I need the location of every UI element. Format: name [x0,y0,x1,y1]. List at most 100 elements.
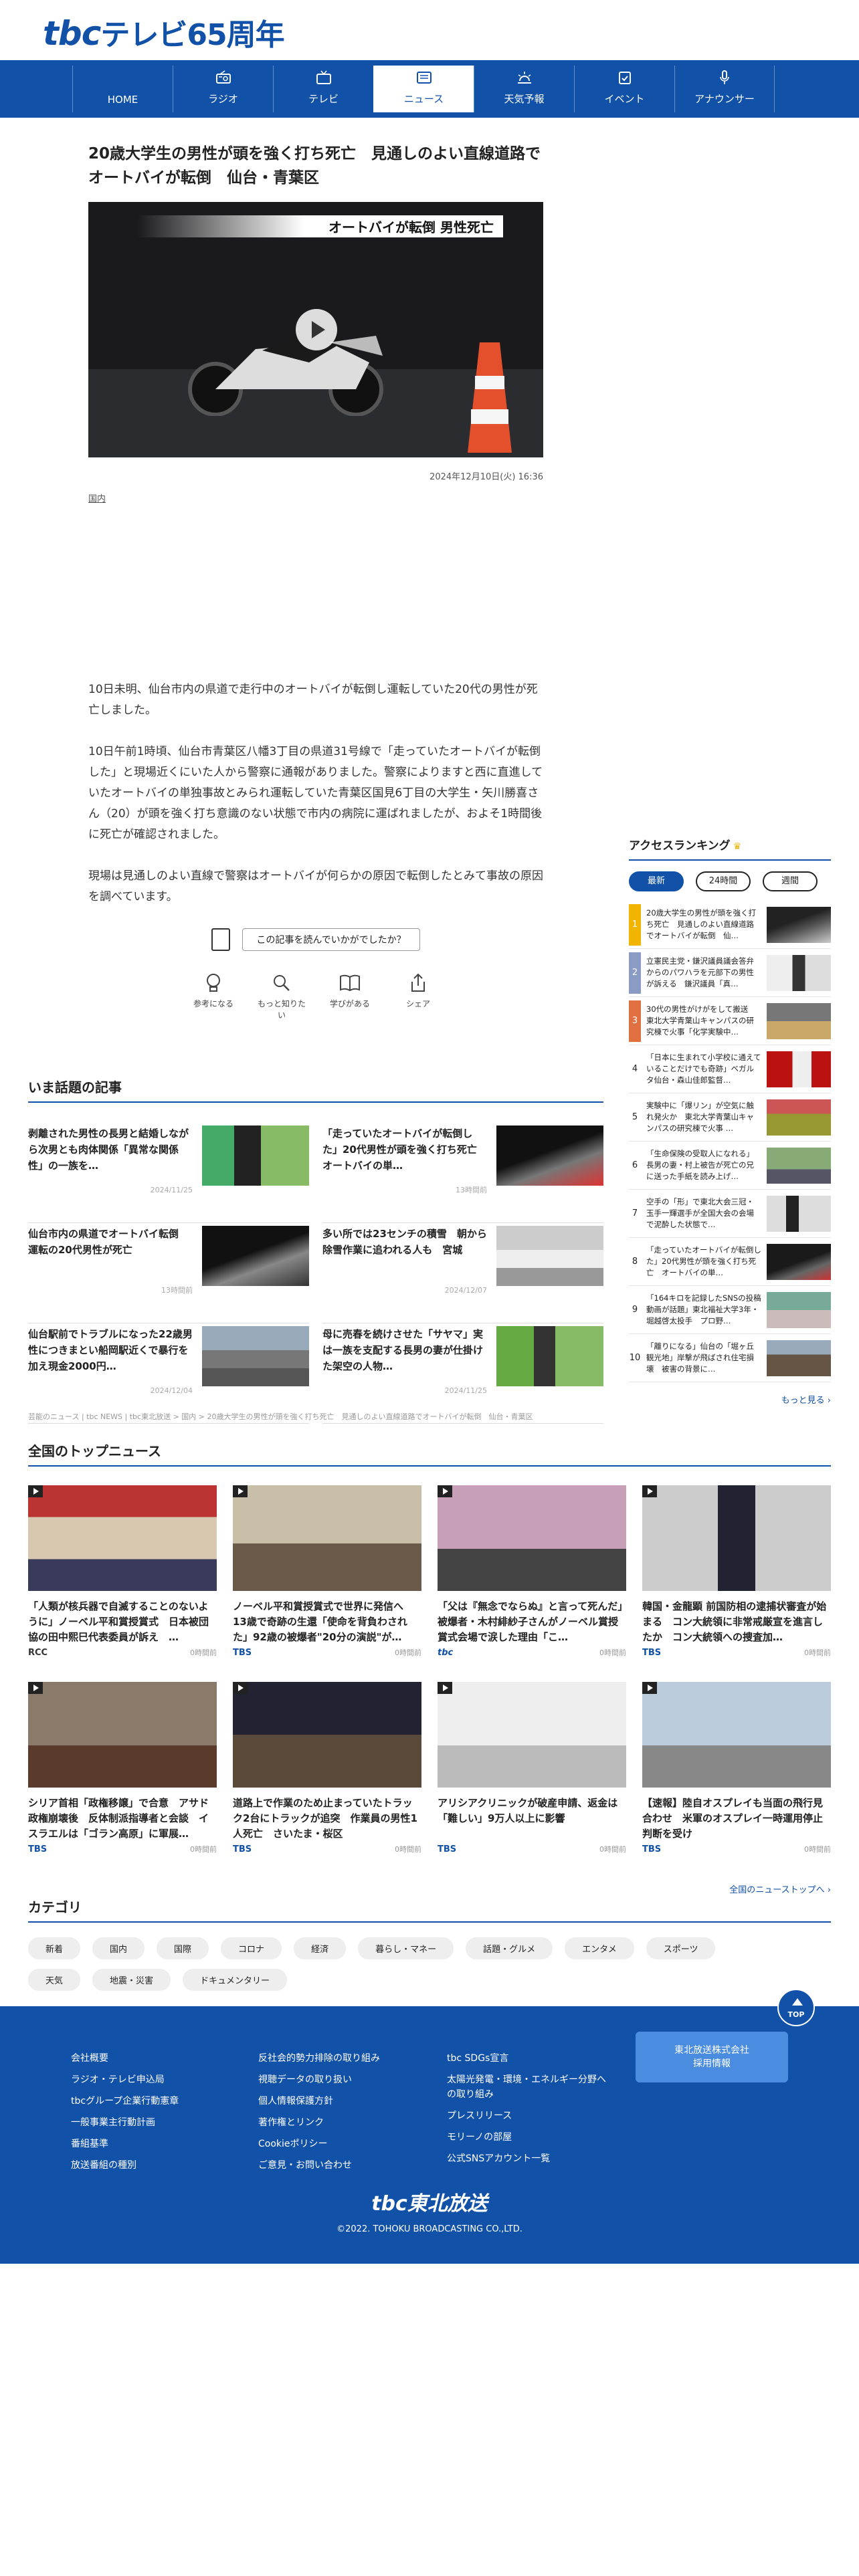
trending-item[interactable]: 仙台駅前でトラブルになった22歳男性につきまとい船岡駅近くで暴行を加え現金200… [28,1323,309,1424]
category-chip[interactable]: ドキュメンタリー [183,1969,288,1991]
nav-weather[interactable]: 天気予報 [474,66,574,112]
trending-item-title: 「走っていたオートバイが転倒した」20代男性が頭を強く打ち死亡 オートバイの単… [322,1128,487,1172]
trending-item-title: 仙台駅前でトラブルになった22歳男性につきまとい船岡駅近くで暴行を加え現金200… [28,1328,193,1372]
video-icon [233,1682,248,1694]
nav-radio[interactable]: ラジオ [173,66,273,112]
logo-bar: tbcテレビ65周年 [0,0,859,60]
top-news-more-link[interactable]: 全国のニューストップへ › [28,1883,831,1895]
ranking-item[interactable]: 4 「日本に生まれて小学校に通えていることだけでも奇跡」ベガルタ仙台・森山佳郎監督… [629,1045,831,1093]
ranking-item[interactable]: 8 「走っていたオートバイが転倒した」20代男性が頭を強く打ち死亡 オートバイの単… [629,1238,831,1286]
rank-number: 2 [629,952,641,994]
news-thumbnail [28,1485,217,1591]
rank-number: 4 [632,1064,638,1074]
footer-logo[interactable]: tbc東北放送 [0,2187,859,2216]
national-top-news: 全国のトップニュース 「人類が核兵器で自滅することのないように」ノーベル平和賞授… [28,1440,831,1895]
category-chip[interactable]: 地震・災害 [92,1969,171,1991]
category-chip[interactable]: コロナ [221,1937,282,1959]
category-chip[interactable]: 経済 [294,1937,347,1959]
footer-link[interactable]: モリーノの部屋 [447,2127,607,2148]
ranking-item[interactable]: 6 「生命保険の受取人になれる」長男の妻・村上被告が死亡の兄に送った手紙を読み上げ… [629,1142,831,1190]
video-icon [438,1485,452,1497]
ranking-thumbnail [767,1099,831,1136]
trending-item[interactable]: 仙台市内の県道でオートバイ転倒 運転の20代男性が死亡 13時間前 [28,1223,309,1323]
reaction-more-button[interactable]: もっと知りたい [257,972,306,1021]
categories-title: カテゴリ [28,1897,831,1923]
ranking-item[interactable]: 3 30代の男性がけがをして搬送 東北大学青葉山キャンパスの研究棟で火事「化学実験… [629,997,831,1045]
footer-link[interactable]: 放送番組の種別 [71,2155,179,2176]
footer-column: tbc SDGs宣言 太陽光発電・環境・エネルギー分野への取り組み プレスリリー… [447,2048,607,2169]
news-time: 0時間前 [395,1845,421,1854]
nav-home[interactable]: HOME [72,66,173,112]
footer-link[interactable]: プレスリリース [447,2105,607,2127]
news-card[interactable]: 「人類が核兵器で自滅することのないように」ノーベル平和賞授賞式 日本被団協の田中… [28,1485,217,1682]
nav-tv[interactable]: テレビ [273,66,373,112]
news-card[interactable]: シリア首相「政権移譲」で合意 アサド政権崩壊後 反体制派指導者と会談 イスラエル… [28,1682,217,1879]
video-caption: オートバイが転倒 男性死亡 [137,215,503,237]
nav-label: ラジオ [208,93,238,105]
category-chip[interactable]: 天気 [28,1969,81,1991]
ranking-thumbnail [767,906,831,943]
reaction-learn-button[interactable]: 学びがある [325,972,375,1021]
footer-link[interactable]: 著作権とリンク [258,2112,380,2133]
nav-event[interactable]: イベント [574,66,674,112]
footer-link[interactable]: 会社概要 [71,2048,179,2069]
share-button[interactable]: シェア [393,972,443,1021]
news-time: 0時間前 [190,1648,217,1657]
category-chip[interactable]: 国際 [157,1937,209,1959]
ranking-item[interactable]: 7 空手の「形」で東北大会三冠・玉手一輝選手が全国大会の会場で泥酔した状態で… [629,1190,831,1238]
site-logo[interactable]: tbcテレビ65周年 [43,11,285,53]
ranking-item[interactable]: 10 「離りになる」仙台の「堀ヶ丘観光地」岸撃が飛ばされ住宅損壊 被害の背景に… [629,1334,831,1382]
news-card[interactable]: 韓国・金龍顕 前国防相の逮捕状審査が始まる コン大統領に非常戒厳宣を進言したか … [642,1485,831,1682]
category-chip[interactable]: 話題・グルメ [466,1937,553,1959]
ranking-tab-weekly[interactable]: 週間 [763,871,818,891]
ranking-tab-24h[interactable]: 24時間 [696,871,751,891]
ranking-item[interactable]: 2 立憲民主党・鎌沢議員議会答弁からのパワハラを元部下の男性が訴える 鎌沢議員「真… [629,949,831,997]
category-chip[interactable]: 暮らし・マネー [358,1937,454,1959]
ranking-more-link[interactable]: もっと見る › [629,1393,831,1406]
ranking-item[interactable]: 5 実験中に「爆リン」が空気に触れ発火か 東北大学青葉山キャンパスの研究棟で火事 … [629,1093,831,1142]
event-icon [618,72,631,84]
news-card[interactable]: 「父は『無念でならぬ』と言って死んだ」被爆者・木村緋紗子さんがノーベル賞授賞式会… [438,1485,626,1682]
category-chip[interactable]: エンタメ [565,1937,634,1959]
back-to-top-button[interactable]: TOP [777,1989,815,2026]
footer-link[interactable]: tbc SDGs宣言 [447,2048,607,2069]
nav-news[interactable]: ニュース [373,66,474,112]
ranking-item-title: 30代の男性がけがをして搬送 東北大学青葉山キャンパスの研究棟で火事「化学実験中… [646,1004,756,1037]
category-chip[interactable]: 国内 [92,1937,145,1959]
article-date: 2024年12月10日(火) 16:36 [430,472,543,482]
footer-link[interactable]: 番組基準 [71,2133,179,2155]
news-card[interactable]: ノーベル平和賞授賞式で世界に発信へ 13歳で奇跡の生還「使命を背負わされた」92… [233,1485,421,1682]
reaction-helpful-button[interactable]: 参考になる [189,972,238,1021]
footer-link[interactable]: 公式SNSアカウント一覧 [447,2148,607,2169]
news-card-title: 「父は『無念でならぬ』と言って死んだ」被爆者・木村緋紗子さんがノーベル賞授賞式会… [438,1600,623,1643]
news-card[interactable]: 道路上で作業のため止まっていたトラック2台にトラックが追突 作業員の男性1人死亡… [233,1682,421,1879]
footer-link[interactable]: 一般事業主行動計画 [71,2112,179,2133]
category-chip[interactable]: スポーツ [646,1937,716,1959]
footer-link[interactable]: 個人情報保護方針 [258,2090,380,2112]
footer-link[interactable]: 太陽光発電・環境・エネルギー分野への取り組み [447,2069,607,2105]
article-tag[interactable]: 国内 [88,492,106,504]
reaction-label: もっと知りたい [257,999,306,1020]
footer-link[interactable]: ラジオ・テレビ申込局 [71,2069,179,2090]
footer-link[interactable]: Cookieポリシー [258,2133,380,2155]
footer-link[interactable]: 視聴データの取り扱い [258,2069,380,2090]
recruit-button[interactable]: 東北放送株式会社 採用情報 [636,2032,788,2082]
footer-link[interactable]: 反社会的勢力排除の取り組み [258,2048,380,2069]
article-video[interactable]: オートバイが転倒 男性死亡 [88,202,543,457]
trending-item[interactable]: 母に売春を続けさせた「サヤマ」実は一族を支配する長男の妻が仕掛けた架空の人物… 2… [322,1323,603,1424]
nav-announcer[interactable]: アナウンサー [674,66,775,112]
category-chip[interactable]: 新着 [28,1937,81,1959]
ranking-tab-latest[interactable]: 最新 [629,871,684,891]
nav-label: イベント [604,93,645,105]
footer-link[interactable]: ご意見・お問い合わせ [258,2155,380,2176]
trending-item[interactable]: 剥離された男性の長男と結婚しながら次男とも肉体関係「異常な関係性」の一族を… 20… [28,1123,309,1223]
ranking-item[interactable]: 1 20歳大学生の男性が頭を強く打ち死亡 見通しのよい直線道路でオートバイが転倒 … [629,901,831,949]
news-card[interactable]: アリシアクリニックが破産申請、返金は「難しい」9万人以上に影響 TBS 0時間前 [438,1682,626,1879]
play-icon[interactable] [296,309,337,350]
trending-item[interactable]: 多い所では23センチの積雪 朝から除雪作業に追われる人も 宮城 2024/12/0… [322,1223,603,1323]
breadcrumb[interactable]: 芸能のニュース | tbc NEWS | tbc東北放送 > 国内 > 20歳大… [28,1411,533,1422]
trending-item[interactable]: 「走っていたオートバイが転倒した」20代男性が頭を強く打ち死亡 オートバイの単…… [322,1123,603,1223]
footer-link[interactable]: tbcグループ企業行動憲章 [71,2090,179,2112]
ranking-item[interactable]: 9 「164キロを記録したSNSの投稿動画が話題」東北福祉大学3年・堀越啓太投手 … [629,1286,831,1334]
news-card[interactable]: 【速報】陸自オスプレイも当面の飛行見合わせ 米軍のオスプレイ一時運用停止判断を受… [642,1682,831,1879]
